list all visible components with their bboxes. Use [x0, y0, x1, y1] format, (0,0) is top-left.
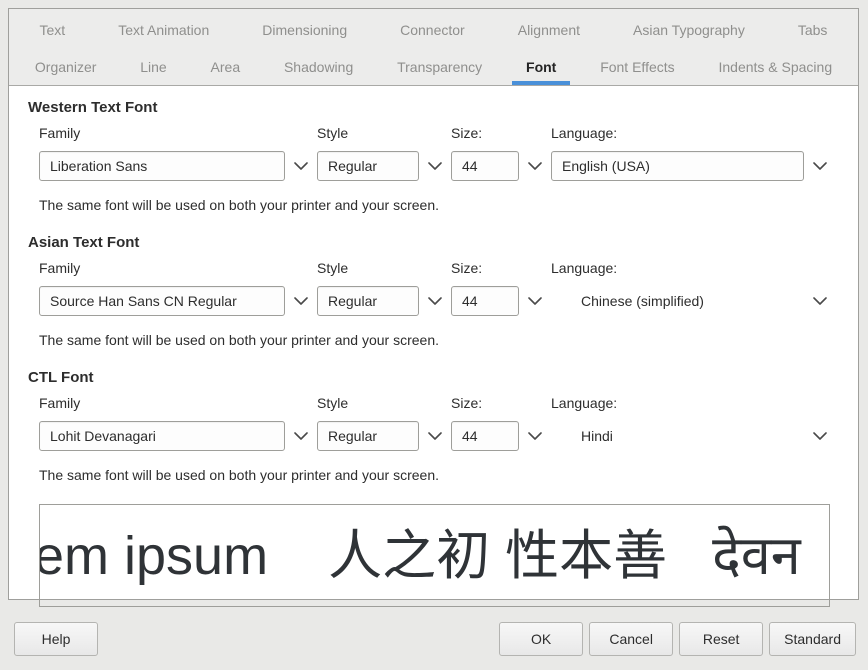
- western-size-input[interactable]: 44: [451, 151, 519, 181]
- asian-language-value[interactable]: Chinese (simplified): [551, 293, 704, 309]
- help-button[interactable]: Help: [14, 622, 98, 656]
- reset-button[interactable]: Reset: [679, 622, 763, 656]
- tab-alignment[interactable]: Alignment: [491, 11, 606, 48]
- ctl-family-input[interactable]: Lohit Devanagari: [39, 421, 285, 451]
- chevron-down-icon[interactable]: [519, 432, 551, 440]
- tab-connector[interactable]: Connector: [374, 11, 492, 48]
- ctl-font-fields: Family Lohit Devanagari Style Regular: [39, 395, 836, 452]
- asian-family-label: Family: [39, 260, 317, 276]
- ctl-size-label: Size:: [451, 395, 551, 411]
- ctl-family-label: Family: [39, 395, 317, 411]
- tab-row-2: Organizer Line Area Shadowing Transparen…: [13, 48, 854, 85]
- ctl-size-group: Size: 44: [451, 395, 551, 452]
- western-style-combobox[interactable]: Regular: [317, 150, 451, 182]
- western-language-input[interactable]: English (USA): [551, 151, 804, 181]
- western-style-label: Style: [317, 125, 451, 141]
- tab-font[interactable]: Font: [504, 48, 578, 85]
- chevron-down-icon[interactable]: [419, 162, 451, 170]
- ctl-language-value[interactable]: Hindi: [551, 428, 613, 444]
- ctl-style-combobox[interactable]: Regular: [317, 420, 451, 452]
- western-language-label: Language:: [551, 125, 836, 141]
- tab-text[interactable]: Text: [13, 11, 92, 48]
- tab-bar: Text Text Animation Dimensioning Connect…: [9, 9, 858, 86]
- western-font-note: The same font will be used on both your …: [39, 197, 858, 213]
- western-language-group: Language: English (USA): [551, 125, 836, 182]
- chevron-down-icon[interactable]: [804, 432, 836, 440]
- dialog-button-row: Help OK Cancel Reset Standard: [0, 614, 868, 670]
- tab-organizer[interactable]: Organizer: [13, 48, 118, 85]
- western-family-group: Family Liberation Sans: [39, 125, 317, 182]
- ok-button[interactable]: OK: [499, 622, 583, 656]
- cancel-button[interactable]: Cancel: [589, 622, 673, 656]
- asian-style-combobox[interactable]: Regular: [317, 285, 451, 317]
- tab-indents-spacing[interactable]: Indents & Spacing: [697, 48, 854, 85]
- ctl-style-input[interactable]: Regular: [317, 421, 419, 451]
- asian-size-combobox[interactable]: 44: [451, 285, 551, 317]
- tab-font-effects[interactable]: Font Effects: [578, 48, 696, 85]
- western-family-combobox[interactable]: Liberation Sans: [39, 150, 317, 182]
- ctl-language-group: Language: Hindi: [551, 395, 836, 452]
- western-font-section-title: Western Text Font: [28, 99, 858, 116]
- asian-language-label: Language:: [551, 260, 836, 276]
- western-language-combobox[interactable]: English (USA): [551, 150, 836, 182]
- asian-family-combobox[interactable]: Source Han Sans CN Regular: [39, 285, 317, 317]
- asian-style-group: Style Regular: [317, 260, 451, 317]
- ctl-style-label: Style: [317, 395, 451, 411]
- chevron-down-icon[interactable]: [419, 432, 451, 440]
- standard-button[interactable]: Standard: [769, 622, 856, 656]
- ctl-font-section-title: CTL Font: [28, 369, 858, 386]
- asian-size-label: Size:: [451, 260, 551, 276]
- font-preview-box: em ipsum 人之初 性本善 देवन: [39, 504, 830, 607]
- ctl-font-note: The same font will be used on both your …: [39, 467, 858, 483]
- chevron-down-icon[interactable]: [285, 432, 317, 440]
- tab-shadowing[interactable]: Shadowing: [262, 48, 375, 85]
- chevron-down-icon[interactable]: [804, 162, 836, 170]
- font-tab-content: Western Text Font Family Liberation Sans…: [9, 99, 858, 607]
- ctl-style-group: Style Regular: [317, 395, 451, 452]
- asian-font-fields: Family Source Han Sans CN Regular Style …: [39, 260, 836, 317]
- ctl-size-input[interactable]: 44: [451, 421, 519, 451]
- asian-font-section-title: Asian Text Font: [28, 234, 858, 251]
- asian-language-group: Language: Chinese (simplified): [551, 260, 836, 317]
- western-family-label: Family: [39, 125, 317, 141]
- ctl-language-combobox[interactable]: Hindi: [551, 420, 836, 452]
- ctl-language-label: Language:: [551, 395, 836, 411]
- asian-style-input[interactable]: Regular: [317, 286, 419, 316]
- western-style-input[interactable]: Regular: [317, 151, 419, 181]
- asian-family-group: Family Source Han Sans CN Regular: [39, 260, 317, 317]
- western-font-fields: Family Liberation Sans Style Regular: [39, 125, 836, 182]
- ctl-family-combobox[interactable]: Lohit Devanagari: [39, 420, 317, 452]
- ctl-size-combobox[interactable]: 44: [451, 420, 551, 452]
- western-style-group: Style Regular: [317, 125, 451, 182]
- western-family-input[interactable]: Liberation Sans: [39, 151, 285, 181]
- asian-style-label: Style: [317, 260, 451, 276]
- chevron-down-icon[interactable]: [285, 162, 317, 170]
- character-dialog-notebook: Text Text Animation Dimensioning Connect…: [8, 8, 859, 600]
- ctl-family-group: Family Lohit Devanagari: [39, 395, 317, 452]
- tab-asian-typography[interactable]: Asian Typography: [607, 11, 772, 48]
- western-size-label: Size:: [451, 125, 551, 141]
- asian-size-input[interactable]: 44: [451, 286, 519, 316]
- asian-size-group: Size: 44: [451, 260, 551, 317]
- tab-row-1: Text Text Animation Dimensioning Connect…: [13, 11, 854, 48]
- western-size-group: Size: 44: [451, 125, 551, 182]
- asian-font-note: The same font will be used on both your …: [39, 332, 858, 348]
- action-button-group: OK Cancel Reset Standard: [499, 622, 856, 656]
- western-size-combobox[interactable]: 44: [451, 150, 551, 182]
- tab-line[interactable]: Line: [118, 48, 188, 85]
- chevron-down-icon[interactable]: [419, 297, 451, 305]
- chevron-down-icon[interactable]: [285, 297, 317, 305]
- asian-language-combobox[interactable]: Chinese (simplified): [551, 285, 836, 317]
- tab-transparency[interactable]: Transparency: [375, 48, 504, 85]
- chevron-down-icon[interactable]: [804, 297, 836, 305]
- tab-tabs[interactable]: Tabs: [771, 11, 854, 48]
- chevron-down-icon[interactable]: [519, 297, 551, 305]
- font-preview-text: em ipsum 人之初 性本善 देवन: [39, 529, 801, 583]
- chevron-down-icon[interactable]: [519, 162, 551, 170]
- tab-dimensioning[interactable]: Dimensioning: [236, 11, 374, 48]
- tab-area[interactable]: Area: [189, 48, 262, 85]
- tab-text-animation[interactable]: Text Animation: [92, 11, 236, 48]
- asian-family-input[interactable]: Source Han Sans CN Regular: [39, 286, 285, 316]
